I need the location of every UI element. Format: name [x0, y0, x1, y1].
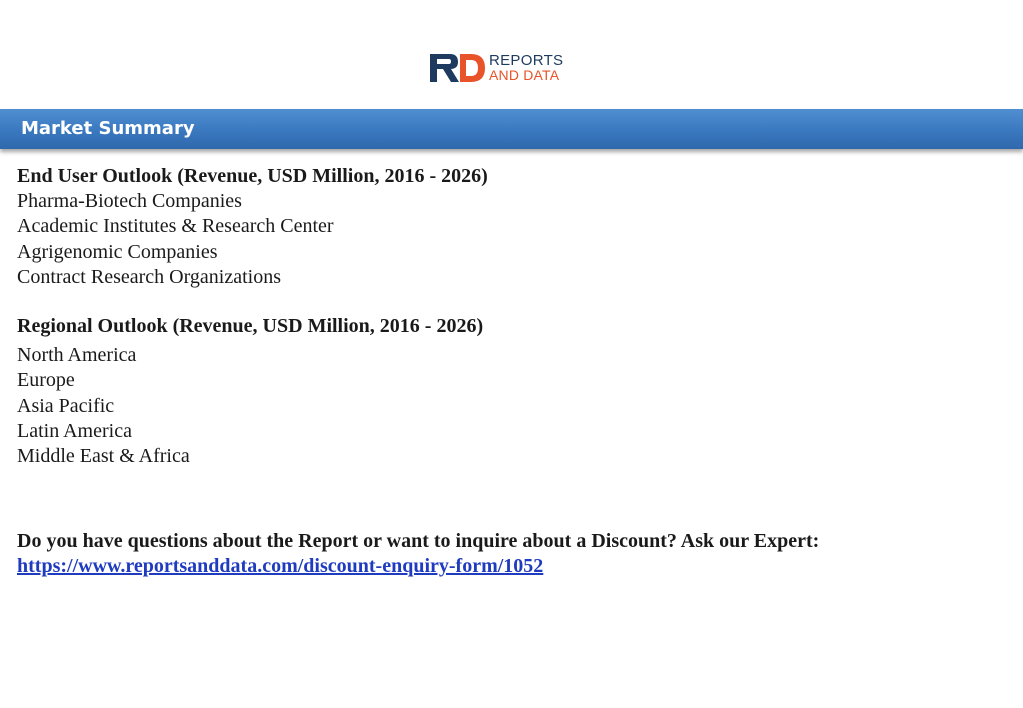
market-summary-content: End User Outlook (Revenue, USD Million, …	[17, 164, 1007, 580]
list-item: Europe	[17, 369, 75, 392]
list-item: Asia Pacific	[17, 394, 115, 417]
end-user-list: Pharma-Biotech Companies Academic Instit…	[17, 189, 1007, 290]
list-item: Middle East & Africa	[17, 445, 190, 468]
list-item: North America	[17, 344, 137, 367]
list-item: Contract Research Organizations	[17, 265, 281, 288]
region-list: North America Europe Asia Pacific Latin …	[17, 343, 1007, 469]
section-heading: Regional Outlook (Revenue, USD Million, …	[17, 315, 484, 338]
section-banner: Market Summary	[0, 109, 1023, 149]
logo-text-line2: AND DATA	[489, 67, 560, 83]
cta-question: Do you have questions about the Report o…	[17, 530, 820, 553]
discount-enquiry-block: Do you have questions about the Report o…	[17, 529, 1007, 579]
section-heading: End User Outlook (Revenue, USD Million, …	[17, 165, 488, 187]
banner-title: Market Summary	[21, 118, 195, 139]
list-item: Academic Institutes & Research Center	[17, 215, 334, 238]
rd-logo-icon	[430, 54, 485, 82]
discount-enquiry-link[interactable]: https://www.reportsanddata.com/discount-…	[17, 555, 543, 577]
logo-text-line1: REPORTS	[489, 52, 564, 69]
logo-wordmark: REPORTS AND DATA	[489, 52, 564, 83]
company-logo: REPORTS AND DATA	[430, 52, 563, 84]
regional-outlook-section: Regional Outlook (Revenue, USD Million, …	[17, 314, 1007, 469]
list-item: Latin America	[17, 419, 132, 442]
end-user-outlook-section: End User Outlook (Revenue, USD Million, …	[17, 164, 1007, 290]
list-item: Pharma-Biotech Companies	[17, 190, 242, 213]
list-item: Agrigenomic Companies	[17, 240, 218, 263]
